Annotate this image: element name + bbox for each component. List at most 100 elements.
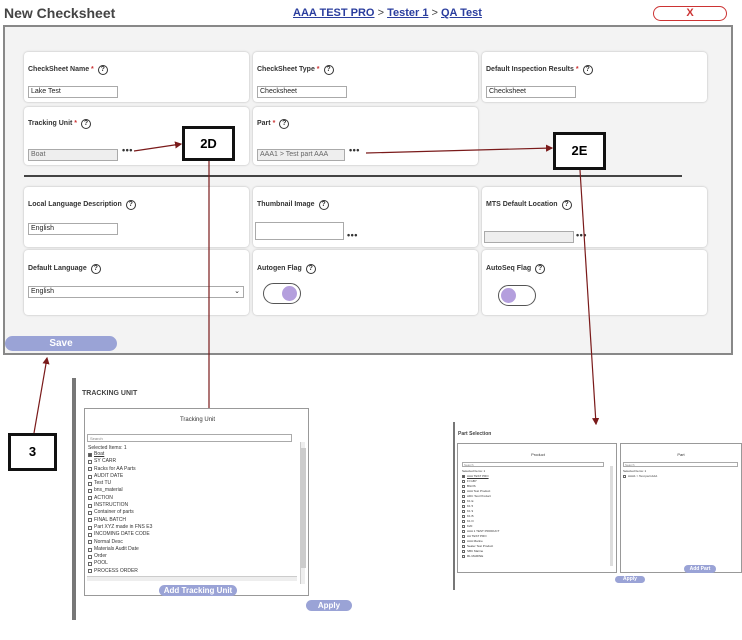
product-dialog: Product Search Selected Items: 1 AAA TES… [457,443,617,573]
list-item[interactable]: Normal Desc [88,539,288,546]
checkbox[interactable] [462,480,465,483]
arrow-3-to-save [33,356,50,434]
list-item-label: INCOMING DATE CODE [94,531,150,538]
tracking-unit-list: Boat SY CARR Racks for AA Parts AUDIT DATE T… [88,451,288,575]
checkbox[interactable] [88,547,92,552]
checkbox[interactable] [462,495,465,498]
checkbox[interactable] [462,525,465,528]
list-item-label: INSTRUCTION [94,502,129,509]
list-item[interactable]: Test TU [88,480,288,487]
checkbox[interactable] [88,474,92,479]
product-list: AAA TEST PRO FI GBY BGOS AAA Test Product AD… [462,474,607,559]
list-item-label: AAA1 > Test part AAA [628,474,658,478]
list-item[interactable]: FINAL BATCH [88,517,288,524]
list-item-label: FINAL BATCH [94,516,126,523]
add-part-button[interactable]: Add Part [684,565,716,573]
checkbox[interactable] [88,511,92,516]
arrow-2e-down [579,169,600,426]
list-item[interactable]: AAA1 > Test part AAA [623,474,738,479]
checkbox[interactable] [88,467,92,472]
checkbox[interactable] [462,555,465,558]
checkbox[interactable] [88,489,92,494]
checkbox[interactable] [88,525,92,530]
checkbox[interactable] [462,545,465,548]
arrow-part-to-2e [365,144,554,154]
list-item-label: Test TU [94,480,112,487]
checkbox[interactable] [462,485,465,488]
callout-2d: 2D [182,126,235,161]
list-item-label: Materials Audit Date [94,545,139,552]
checkbox[interactable] [88,540,92,545]
tracking-unit-dialog-title: Tracking Unit [179,417,216,423]
product-selected-label: Selected Items: 1 [462,469,486,473]
tracking-unit-search-input[interactable]: Search [87,434,292,442]
list-item[interactable]: SY CARR [88,458,288,465]
checkbox[interactable] [88,503,92,508]
part-selected-label: Selected Items: 1 [623,469,647,473]
list-item-label: Part XYZ made in FNS E3 [94,523,153,530]
list-item[interactable]: Boat [88,451,288,458]
part-apply-button[interactable]: Apply [615,576,645,583]
tracking-unit-panel-bar [72,378,76,620]
list-item-label: bns_material [94,487,123,494]
product-search-input[interactable]: Search [462,462,604,467]
part-selection-heading: Part Selection [458,431,492,437]
checkbox[interactable] [462,520,465,523]
list-item-label: Boat [94,451,105,457]
list-item-label: Normal Desc [94,538,123,545]
list-item[interactable]: RL MARINE [462,554,607,559]
list-item[interactable]: PROCESS ORDER [88,568,288,575]
checkbox[interactable] [462,535,465,538]
list-item[interactable]: AUDIT DATE [88,473,288,480]
checkbox[interactable] [88,459,92,464]
tracking-unit-dialog: Tracking Unit Search Selected Items: 1 B… [84,408,309,596]
tracking-unit-apply-button[interactable]: Apply [306,600,352,611]
checkbox[interactable] [462,540,465,543]
list-item-label: PROCESS ORDER [94,567,138,574]
list-item[interactable]: ACTION [88,495,288,502]
checkbox[interactable] [462,530,465,533]
list-item-label: Order [94,553,107,560]
list-item[interactable]: INSTRUCTION [88,502,288,509]
part-search-input[interactable]: Search [623,462,738,467]
checkbox-checked[interactable] [462,475,465,478]
checkbox[interactable] [462,550,465,553]
checkbox-checked[interactable] [88,452,92,457]
list-item-label: SY CARR [94,458,117,465]
checkbox[interactable] [88,518,92,523]
product-scrollbar[interactable] [610,466,613,566]
list-item-label: RL MARINE [467,554,484,558]
list-item[interactable]: Racks for AA Parts [88,466,288,473]
list-item[interactable]: INCOMING DATE CODE [88,531,288,538]
part-panel-bar [453,422,455,590]
checkbox[interactable] [462,515,465,518]
tracking-unit-scrollbar[interactable] [300,442,306,584]
list-item[interactable]: POOL [88,560,288,567]
list-item[interactable]: Part XYZ made in FNS E3 [88,524,288,531]
part-dialog: Part Search Selected Items: 1 AAA1 > Tes… [620,443,742,573]
list-item[interactable]: Materials Audit Date [88,546,288,553]
list-item-label: Racks for AA Parts [94,465,136,472]
checkbox[interactable] [462,510,465,513]
checkbox[interactable] [462,490,465,493]
checkbox[interactable] [88,481,92,486]
part-dialog-title: Part [677,452,685,457]
checkbox[interactable] [88,554,92,559]
add-tracking-unit-button[interactable]: Add Tracking Unit [159,585,237,596]
checkbox[interactable] [88,569,92,574]
checkbox[interactable] [462,500,465,503]
list-item[interactable]: Container of parts [88,509,288,516]
checkbox[interactable] [88,496,92,501]
tracking-unit-heading: TRACKING UNIT [82,390,138,397]
checkbox[interactable] [623,475,626,478]
list-item[interactable]: Order [88,553,288,560]
checkbox[interactable] [88,562,92,567]
list-item-label: ACTION [94,494,113,501]
tracking-unit-hscrollbar[interactable] [87,576,297,581]
list-item-label: Container of parts [94,509,134,516]
checkbox[interactable] [88,532,92,537]
callout-2e: 2E [553,132,606,170]
checkbox[interactable] [462,505,465,508]
product-dialog-title: Product [531,452,545,457]
list-item[interactable]: bns_material [88,487,288,494]
